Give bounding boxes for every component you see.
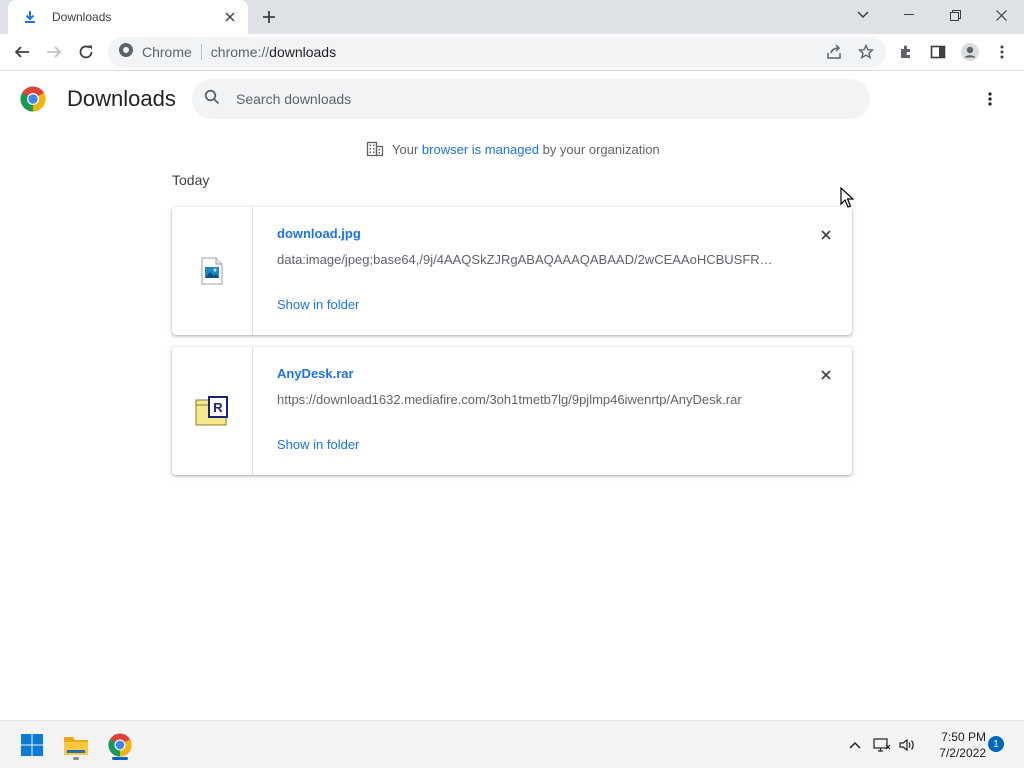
managed-link[interactable]: browser is managed <box>422 142 539 157</box>
remove-item-icon[interactable] <box>816 365 836 385</box>
bookmark-star-icon[interactable] <box>856 42 876 62</box>
side-panel-icon[interactable] <box>924 38 952 66</box>
share-icon[interactable] <box>824 42 844 62</box>
new-tab-button[interactable] <box>258 6 280 28</box>
building-icon <box>366 141 384 157</box>
show-in-folder-link[interactable]: Show in folder <box>277 437 359 452</box>
tab-title: Downloads <box>52 10 112 24</box>
page-title: Downloads <box>67 86 176 111</box>
minimize-button[interactable] <box>886 0 932 30</box>
file-name-link[interactable]: AnyDesk.rar <box>277 366 354 381</box>
toolbar: Chrome chrome://downloads <box>0 34 1024 71</box>
tab-downloads[interactable]: Downloads <box>8 0 248 34</box>
download-item: download.jpg data:image/jpeg;base64,/9j/… <box>172 207 852 335</box>
managed-suffix: by your organization <box>542 141 660 157</box>
clock-date: 7/2/2022 <box>939 746 986 760</box>
managed-prefix: Your <box>392 141 419 157</box>
chrome-menu-icon[interactable] <box>988 38 1016 66</box>
file-name-link[interactable]: download.jpg <box>277 226 361 241</box>
reload-button[interactable] <box>72 38 100 66</box>
start-button[interactable] <box>14 727 50 763</box>
mouse-cursor-icon <box>840 187 854 208</box>
taskbar: 7:50 PM 7/2/2022 <box>0 720 1024 768</box>
chrome-icon <box>108 733 132 757</box>
taskbar-clock[interactable]: 7:50 PM 7/2/2022 <box>926 729 986 761</box>
app-running-indicator <box>73 757 79 760</box>
omnibox[interactable]: Chrome chrome://downloads <box>108 37 886 67</box>
date-section-title: Today <box>172 172 210 188</box>
extensions-icon[interactable] <box>892 38 920 66</box>
notification-badge[interactable]: 1 <box>988 736 1004 752</box>
chrome-taskbar-button[interactable] <box>102 727 138 763</box>
windows-logo-icon <box>21 734 43 756</box>
url-scheme: chrome:// <box>210 44 270 60</box>
download-icon <box>22 9 38 25</box>
close-window-button[interactable] <box>978 0 1024 30</box>
tab-search-button[interactable] <box>840 0 886 30</box>
search-icon <box>204 89 220 110</box>
show-in-folder-link[interactable]: Show in folder <box>277 297 359 312</box>
forward-button[interactable] <box>40 38 68 66</box>
managed-notice: Your browser is managed by your organiza… <box>366 140 660 158</box>
omnibox-separator <box>200 44 202 60</box>
file-icon-column <box>172 207 253 335</box>
file-icon-column: R <box>172 347 253 475</box>
back-button[interactable] <box>8 38 36 66</box>
search-bar[interactable] <box>192 79 870 119</box>
tab-close-icon[interactable] <box>220 7 240 27</box>
folder-icon <box>64 737 88 755</box>
restore-button[interactable] <box>932 0 978 30</box>
remove-item-icon[interactable] <box>816 225 836 245</box>
more-actions-icon[interactable] <box>978 88 1002 110</box>
omnibox-url: chrome://downloads <box>211 44 336 60</box>
clock-time: 7:50 PM <box>941 730 986 744</box>
download-item: R AnyDesk.rar https://download1632.media… <box>172 347 852 475</box>
omnibox-site-label: Chrome <box>142 44 192 60</box>
image-file-icon <box>201 257 223 285</box>
show-hidden-icons-chevron-icon[interactable] <box>843 733 867 757</box>
url-path: downloads <box>269 44 337 60</box>
file-source-url[interactable]: https://download1632.mediafire.com/3oh1t… <box>277 392 742 407</box>
chrome-page-icon <box>118 42 134 63</box>
app-active-indicator <box>112 757 128 760</box>
tab-strip: Downloads <box>0 0 1024 34</box>
volume-icon[interactable] <box>895 733 919 757</box>
svg-text:R: R <box>213 400 223 415</box>
rar-archive-icon: R <box>195 396 228 426</box>
search-input[interactable] <box>236 91 836 107</box>
chrome-logo-icon <box>20 86 46 112</box>
profile-avatar-icon[interactable] <box>956 38 984 66</box>
file-explorer-button[interactable] <box>58 727 94 763</box>
file-source-url[interactable]: data:image/jpeg;base64,/9j/4AAQSkZJRgABA… <box>277 252 777 267</box>
network-icon[interactable] <box>870 733 894 757</box>
